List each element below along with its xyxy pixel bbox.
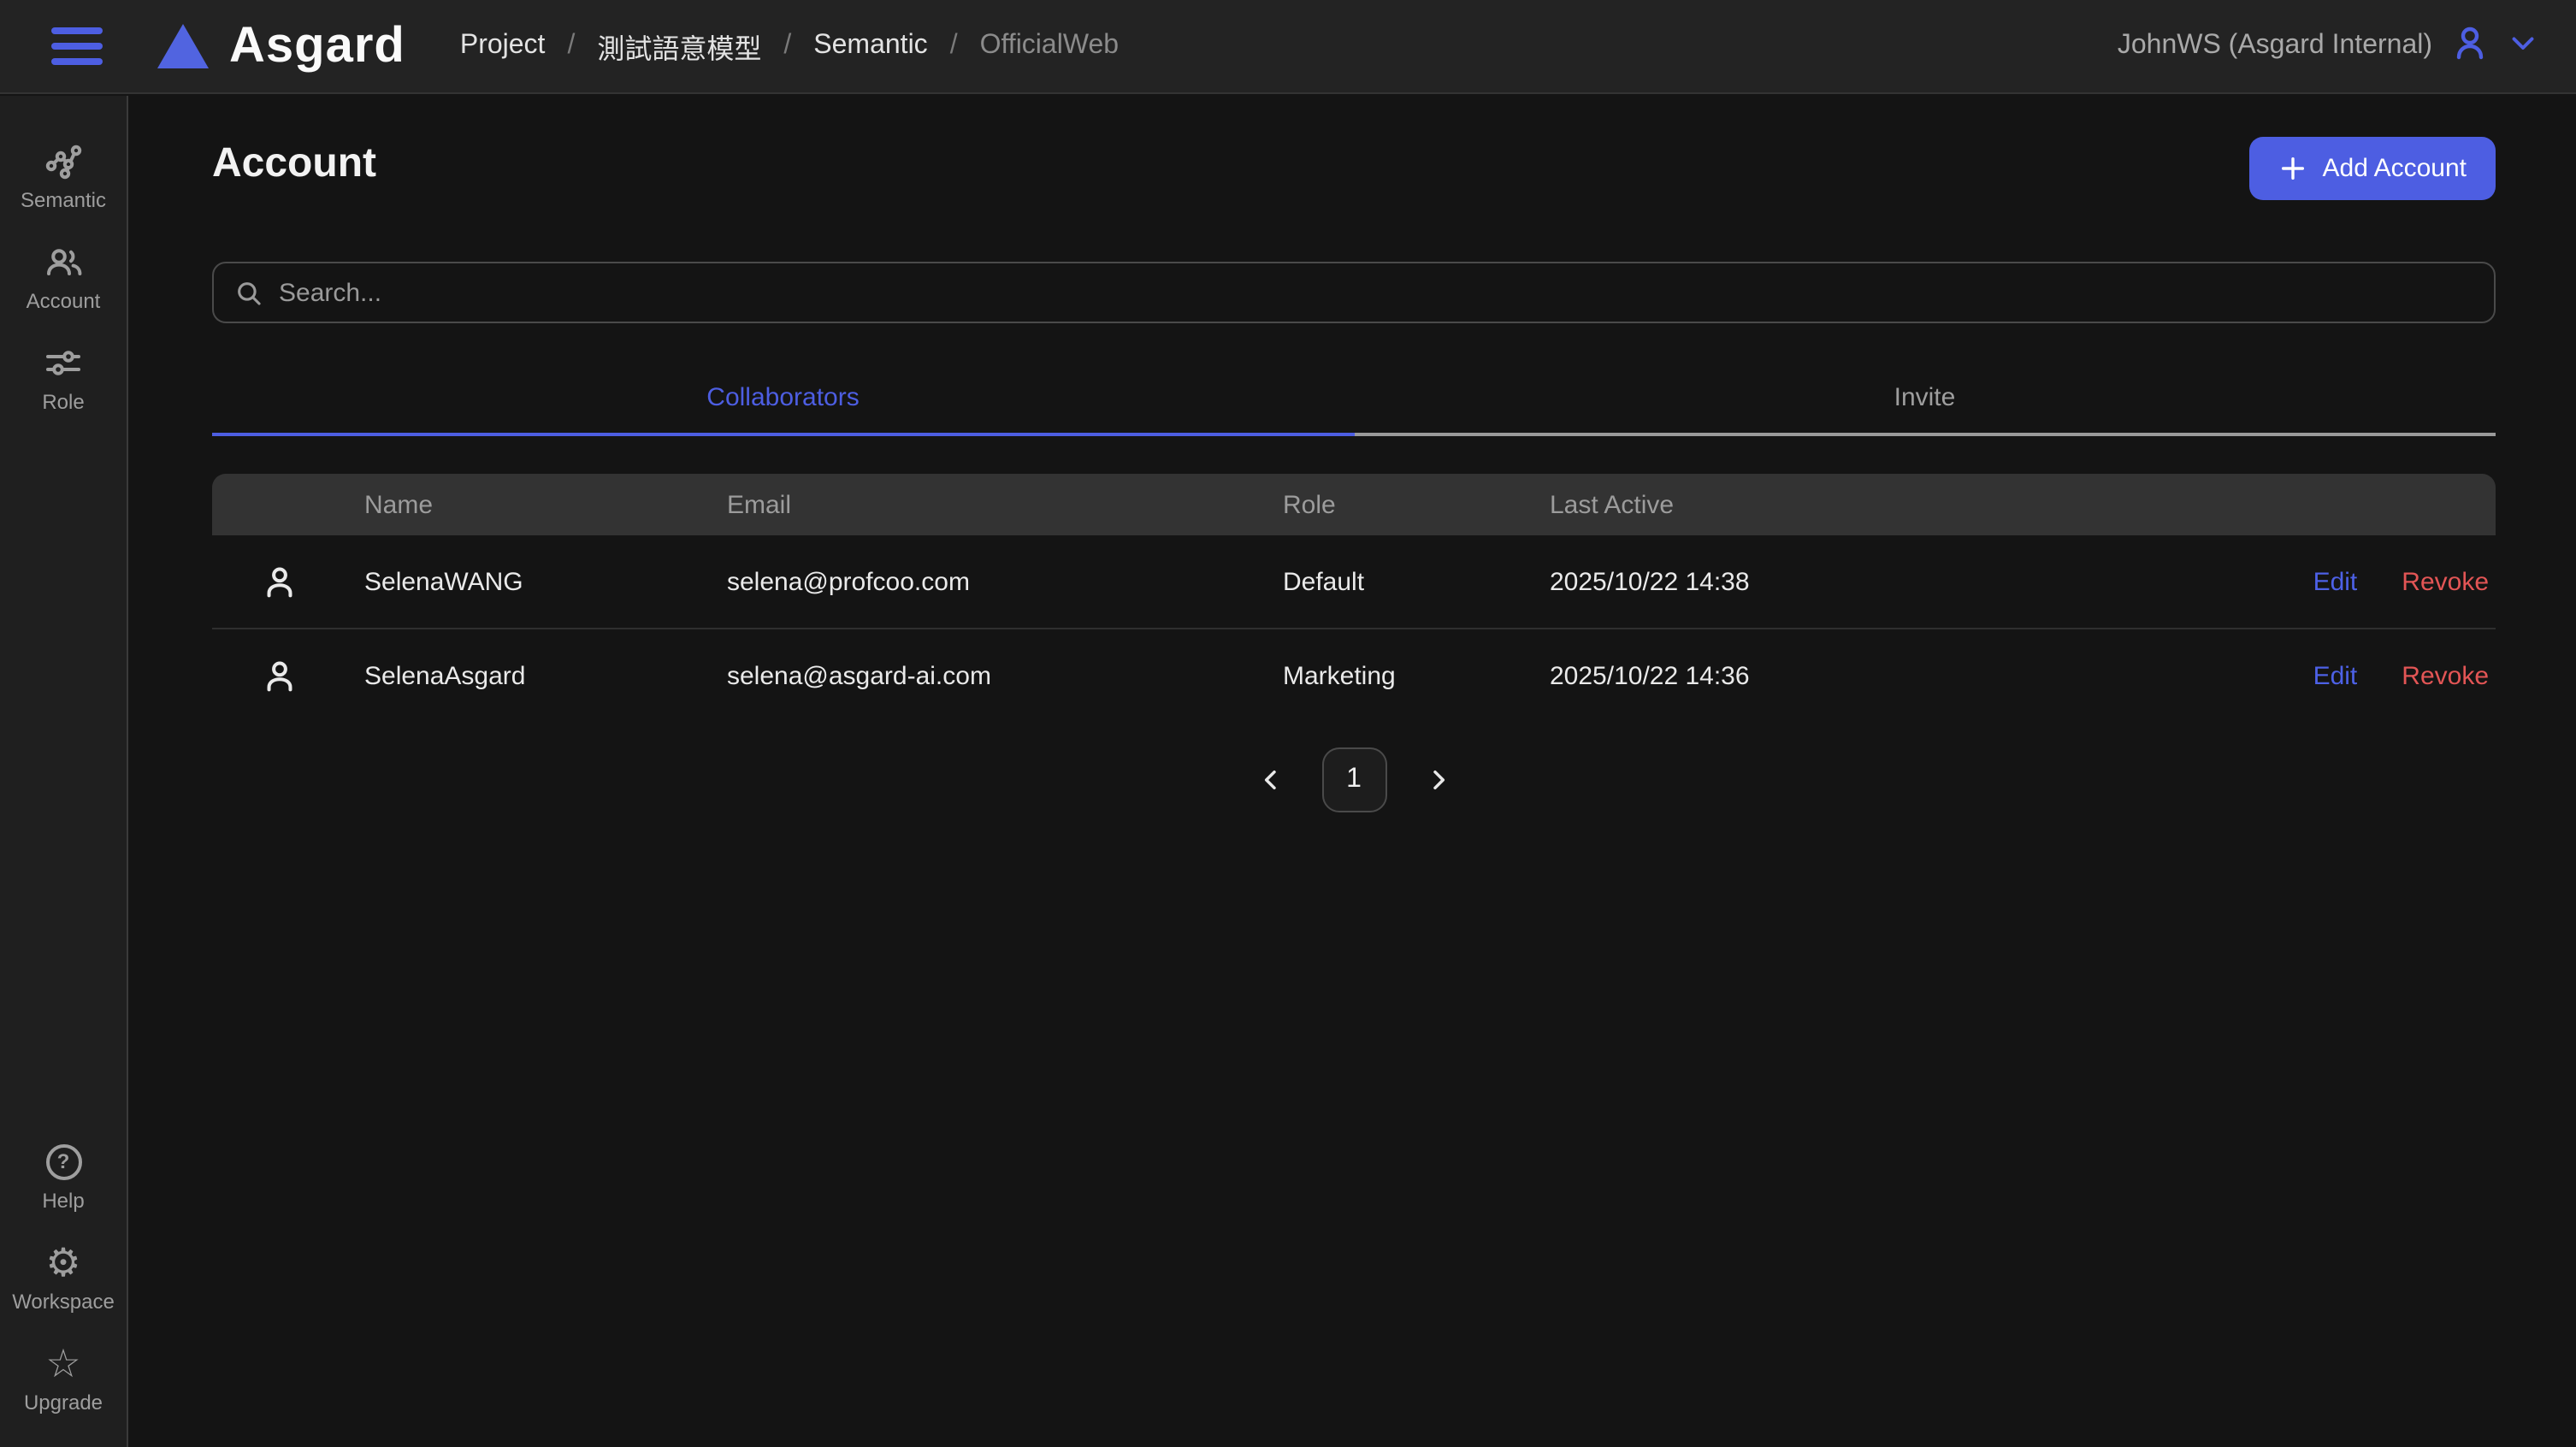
column-header-role: Role xyxy=(1283,490,1550,519)
sidebar-label-semantic: Semantic xyxy=(21,188,106,212)
sidebar-item-upgrade[interactable]: ☆ Upgrade xyxy=(0,1329,127,1430)
user-label: JohnWS (Asgard Internal) xyxy=(2118,31,2432,62)
search-input[interactable] xyxy=(279,278,2473,307)
sidebar-label-help: Help xyxy=(42,1189,84,1213)
sliders-icon xyxy=(43,342,84,383)
cell-email: selena@asgard-ai.com xyxy=(727,662,1283,691)
search-box xyxy=(212,262,2496,323)
breadcrumb-item-project[interactable]: Project xyxy=(460,31,546,62)
add-account-button[interactable]: Add Account xyxy=(2249,137,2496,200)
plus-icon xyxy=(2278,154,2307,183)
tab-invite[interactable]: Invite xyxy=(1354,368,2496,436)
page-number-button[interactable]: 1 xyxy=(1321,747,1386,812)
revoke-link[interactable]: Revoke xyxy=(2402,567,2489,596)
edit-link[interactable]: Edit xyxy=(2313,662,2358,691)
cell-email: selena@profcoo.com xyxy=(727,567,1283,596)
breadcrumb-separator: / xyxy=(783,31,791,62)
app-root: Asgard Project / 測試語意模型 / Semantic / Off… xyxy=(0,0,2576,1447)
sidebar-item-account[interactable]: Account xyxy=(0,227,127,328)
search-icon xyxy=(234,278,263,307)
sidebar-label-role: Role xyxy=(42,390,84,414)
breadcrumb-separator: / xyxy=(567,31,575,62)
sidebar-label-upgrade: Upgrade xyxy=(24,1391,103,1415)
graph-network-icon xyxy=(43,140,84,181)
table-row: SelenaAsgard selena@asgard-ai.com Market… xyxy=(212,629,2496,724)
user-icon xyxy=(2449,21,2490,71)
cell-last-active: 2025/10/22 14:36 xyxy=(1550,662,2273,691)
chevron-down-icon[interactable] xyxy=(2508,27,2538,66)
tab-collaborators[interactable]: Collaborators xyxy=(212,368,1354,436)
help-icon: ? xyxy=(45,1141,81,1182)
cell-role: Marketing xyxy=(1283,662,1550,691)
next-page-icon[interactable] xyxy=(1424,766,1451,794)
menu-icon[interactable] xyxy=(51,27,103,65)
star-icon: ☆ xyxy=(45,1343,80,1384)
page-title: Account xyxy=(212,140,376,188)
breadcrumb: Project / 測試語意模型 / Semantic / OfficialWe… xyxy=(460,26,1119,67)
main-content: Account Add Account Collaborators Invite xyxy=(128,96,2576,1447)
sidebar-label-workspace: Workspace xyxy=(12,1290,115,1314)
cell-name: SelenaWANG xyxy=(364,567,727,596)
pagination: 1 xyxy=(212,747,2496,812)
sidebar-bottom-group: ? Help ⚙ Workspace ☆ Upgrade xyxy=(0,1127,127,1430)
cell-name: SelenaAsgard xyxy=(364,662,727,691)
column-header-last-active: Last Active xyxy=(1550,490,2273,519)
user-avatar-icon xyxy=(212,562,364,601)
brand[interactable]: Asgard xyxy=(157,18,405,74)
breadcrumb-separator: / xyxy=(950,31,958,62)
sidebar-label-account: Account xyxy=(27,289,101,313)
topbar: Asgard Project / 測試語意模型 / Semantic / Off… xyxy=(0,0,2576,94)
accounts-table: Name Email Role Last Active SelenaWANG s… xyxy=(212,474,2496,724)
cell-role: Default xyxy=(1283,567,1550,596)
breadcrumb-item-model[interactable]: 測試語意模型 xyxy=(597,26,761,67)
previous-page-icon[interactable] xyxy=(1256,766,1284,794)
gear-icon: ⚙ xyxy=(45,1242,80,1283)
table-header-row: Name Email Role Last Active xyxy=(212,474,2496,535)
cell-last-active: 2025/10/22 14:38 xyxy=(1550,567,2273,596)
tab-bar: Collaborators Invite xyxy=(212,368,2496,436)
asgard-logo-icon xyxy=(157,24,209,68)
sidebar: Semantic Account Role xyxy=(0,96,128,1447)
sidebar-item-workspace[interactable]: ⚙ Workspace xyxy=(0,1228,127,1329)
sidebar-item-semantic[interactable]: Semantic xyxy=(0,127,127,227)
user-menu[interactable]: JohnWS (Asgard Internal) xyxy=(2118,21,2538,71)
table-row: SelenaWANG selena@profcoo.com Default 20… xyxy=(212,535,2496,629)
people-icon xyxy=(42,241,85,282)
edit-link[interactable]: Edit xyxy=(2313,567,2358,596)
column-header-name: Name xyxy=(364,490,727,519)
add-account-button-label: Add Account xyxy=(2323,154,2467,183)
breadcrumb-item-officialweb: OfficialWeb xyxy=(980,31,1119,62)
sidebar-item-help[interactable]: ? Help xyxy=(0,1127,127,1228)
sidebar-top-group: Semantic Account Role xyxy=(0,127,127,429)
user-avatar-icon xyxy=(212,657,364,696)
column-header-email: Email xyxy=(727,490,1283,519)
revoke-link[interactable]: Revoke xyxy=(2402,662,2489,691)
sidebar-item-role[interactable]: Role xyxy=(0,328,127,429)
brand-name: Asgard xyxy=(229,18,405,74)
breadcrumb-item-semantic[interactable]: Semantic xyxy=(813,31,927,62)
